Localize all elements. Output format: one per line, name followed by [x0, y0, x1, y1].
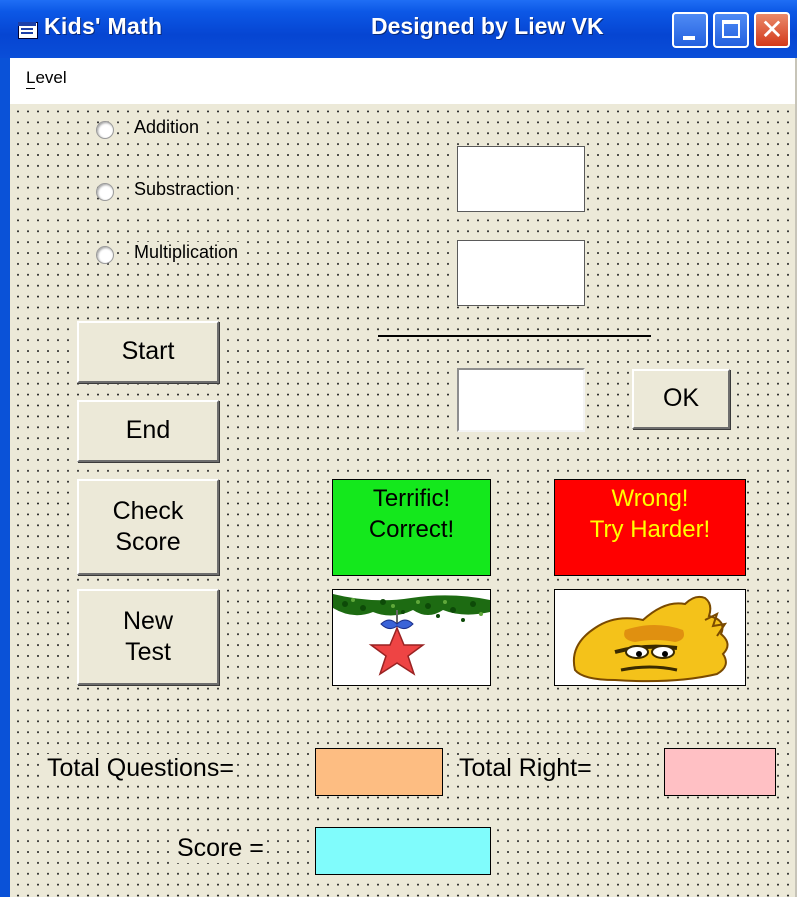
menu-item-level[interactable]: Level [26, 68, 67, 88]
title-bar[interactable]: Kids' Math Designed by Liew VK ✕ [0, 0, 797, 58]
radio-circle-icon[interactable] [96, 183, 114, 201]
grumpy-face-icon [555, 590, 745, 685]
app-window-icon[interactable] [16, 20, 38, 40]
sum-divider-line [378, 335, 651, 337]
option-label: Multiplication [134, 242, 241, 263]
ok-button[interactable]: OK [632, 369, 730, 429]
first-number-box [457, 146, 585, 212]
check-score-button-label: Check Score [112, 496, 184, 556]
minimize-button[interactable] [672, 12, 708, 48]
start-button-label: Start [121, 337, 175, 366]
option-label: Substraction [134, 179, 237, 200]
correct-feedback-label: Terrific! Correct! [332, 479, 491, 576]
total-right-value [664, 748, 776, 796]
check-score-button[interactable]: Check Score [77, 479, 219, 575]
close-icon: ✕ [760, 13, 784, 46]
menu-bar: Level [10, 58, 795, 104]
start-button[interactable]: Start [77, 321, 219, 383]
wrong-feedback-label: Wrong! Try Harder! [554, 479, 746, 576]
close-button[interactable]: ✕ [754, 12, 790, 48]
total-questions-label: Total Questions= [47, 754, 234, 783]
new-test-button-label: New Test [122, 606, 173, 666]
second-number-box [457, 240, 585, 306]
option-label: Addition [134, 117, 202, 138]
maximize-icon [722, 20, 740, 38]
score-label: Score = [177, 834, 264, 863]
window-frame-left [0, 0, 10, 897]
menu-accelerator-underline [26, 88, 35, 89]
designer-credit: Designed by Liew VK [371, 13, 604, 39]
minimize-icon [683, 36, 695, 40]
end-button-label: End [125, 416, 171, 445]
radio-circle-icon[interactable] [96, 121, 114, 139]
answer-input[interactable] [457, 368, 585, 432]
total-right-label: Total Right= [459, 754, 592, 783]
new-test-button[interactable]: New Test [77, 589, 219, 685]
star-ornament-icon [333, 590, 490, 685]
window-title: Kids' Math [44, 13, 163, 39]
total-questions-value [315, 748, 443, 796]
correct-picture [332, 589, 491, 686]
end-button[interactable]: End [77, 400, 219, 462]
maximize-button[interactable] [713, 12, 749, 48]
radio-circle-icon[interactable] [96, 246, 114, 264]
ok-button-label: OK [662, 384, 700, 413]
wrong-picture [554, 589, 746, 686]
score-value [315, 827, 491, 875]
